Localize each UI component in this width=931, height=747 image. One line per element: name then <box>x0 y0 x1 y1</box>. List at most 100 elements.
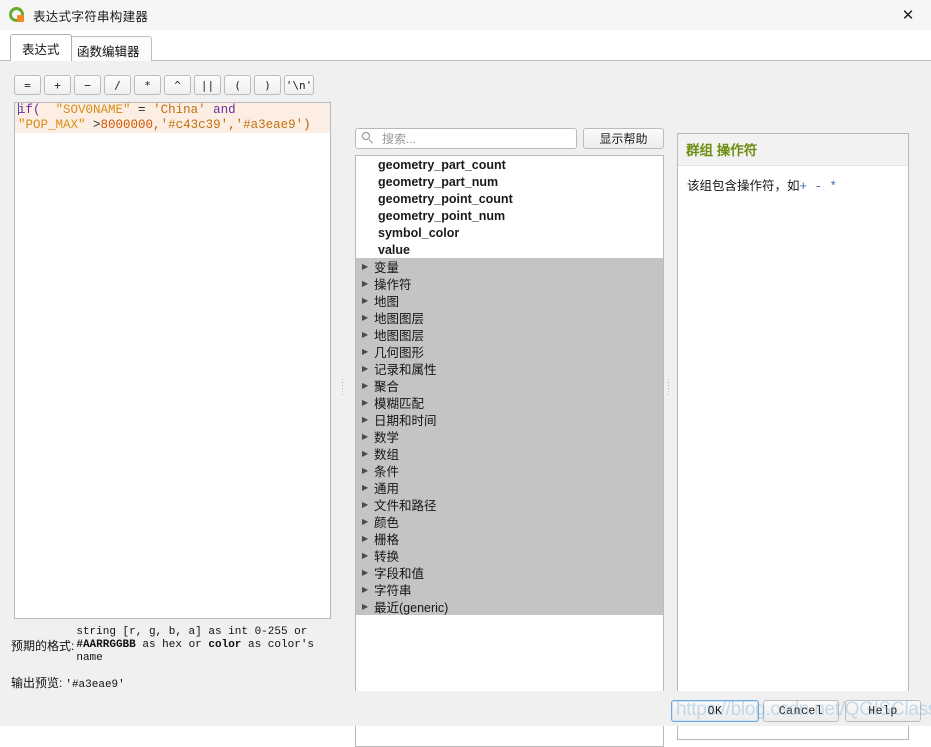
expr-token-function: if( <box>18 103 41 117</box>
tree-group-map-layer-2[interactable]: ▶ 地图图层 <box>356 326 663 343</box>
operator-close-paren-button[interactable]: ) <box>254 75 281 95</box>
tree-group-recent-generic[interactable]: ▶ 最近(generic) <box>356 598 663 615</box>
show-help-button[interactable]: 显示帮助 <box>583 128 664 149</box>
operator-power-button[interactable]: ^ <box>164 75 191 95</box>
function-tree[interactable]: geometry_part_count geometry_part_num ge… <box>355 155 664 747</box>
search-icon <box>362 132 375 145</box>
tree-group-files-paths[interactable]: ▶ 文件和路径 <box>356 496 663 513</box>
chevron-right-icon: ▶ <box>362 550 369 560</box>
search-input[interactable] <box>380 130 574 147</box>
tab-function-editor[interactable]: 函数编辑器 <box>65 36 152 61</box>
chevron-right-icon: ▶ <box>362 533 369 543</box>
tree-group-record-attributes[interactable]: ▶ 记录和属性 <box>356 360 663 377</box>
chevron-right-icon: ▶ <box>362 261 369 271</box>
expr-token-color-true: '#c43c39' <box>160 118 229 132</box>
operator-minus-button[interactable]: − <box>74 75 101 95</box>
help-button[interactable]: Help <box>845 700 921 722</box>
operator-open-paren-button[interactable]: ( <box>224 75 251 95</box>
chevron-right-icon: ▶ <box>362 346 369 356</box>
qgis-logo-icon <box>9 6 26 24</box>
expr-token-close-paren: ) <box>303 118 311 132</box>
help-body-symbols: + - * <box>799 180 838 194</box>
function-item[interactable]: geometry_point_count <box>356 190 663 207</box>
expr-token-keyword-and: and <box>205 103 236 117</box>
chevron-right-icon: ▶ <box>362 397 369 407</box>
expr-token-comma-1: , <box>153 118 161 132</box>
function-item[interactable]: geometry_part_num <box>356 173 663 190</box>
operator-button-row: = + − / * ^ || ( ) '\n' <box>14 75 314 95</box>
format-hex-token: #AARRGGBB <box>76 639 136 651</box>
ok-button[interactable]: OK <box>671 700 759 722</box>
tree-group-math[interactable]: ▶ 数学 <box>356 428 663 445</box>
chevron-right-icon: ▶ <box>362 448 369 458</box>
format-text-b: as color's <box>241 639 315 651</box>
expr-token-color-false: '#a3eae9' <box>235 118 304 132</box>
chevron-right-icon: ▶ <box>362 278 369 288</box>
window-titlebar: 表达式字符串构建器 ✕ <box>0 0 931 31</box>
tab-strip: 表达式 函数编辑器 <box>0 30 931 61</box>
close-icon[interactable]: ✕ <box>885 0 931 29</box>
expression-line-1: if( "SOV0NAME" = 'China' and <box>15 103 330 118</box>
operator-divide-button[interactable]: / <box>104 75 131 95</box>
tree-group-geometry[interactable]: ▶ 几何图形 <box>356 343 663 360</box>
function-item[interactable]: geometry_point_num <box>356 207 663 224</box>
function-search-box[interactable] <box>355 128 577 149</box>
expr-token-number: 8000000 <box>100 118 154 132</box>
format-color-token: color <box>208 639 242 651</box>
tree-group-map[interactable]: ▶ 地图 <box>356 292 663 309</box>
tree-group-general[interactable]: ▶ 通用 <box>356 479 663 496</box>
chevron-right-icon: ▶ <box>362 312 369 322</box>
tree-group-map-layer-1[interactable]: ▶ 地图图层 <box>356 309 663 326</box>
function-item[interactable]: geometry_part_count <box>356 156 663 173</box>
tree-group-operators[interactable]: ▶ 操作符 <box>356 275 663 292</box>
tree-group-fields-values[interactable]: ▶ 字段和值 <box>356 564 663 581</box>
tree-group-color[interactable]: ▶ 颜色 <box>356 513 663 530</box>
chevron-right-icon: ▶ <box>362 482 369 492</box>
splitter-handle-right[interactable] <box>664 102 672 672</box>
expr-token-space <box>41 103 56 117</box>
chevron-right-icon: ▶ <box>362 414 369 424</box>
help-panel-body: 该组包含操作符，如+ - * <box>678 166 908 208</box>
tree-group-arrays[interactable]: ▶ 数组 <box>356 445 663 462</box>
tree-group-label: 最近(generic) <box>374 601 449 615</box>
function-item[interactable]: value <box>356 241 663 258</box>
chevron-right-icon: ▶ <box>362 295 369 305</box>
format-text-line-1: string [r, g, b, a] as int 0-255 or <box>76 626 308 638</box>
output-preview-label: 输出预览: <box>11 676 63 690</box>
expr-token-comma-2: , <box>228 118 236 132</box>
output-preview-value: '#a3eae9' <box>65 679 125 691</box>
tab-expression[interactable]: 表达式 <box>10 34 72 61</box>
tree-group-rasters[interactable]: ▶ 栅格 <box>356 530 663 547</box>
chevron-right-icon: ▶ <box>362 499 369 509</box>
help-panel-heading: 群组 操作符 <box>678 134 908 166</box>
chevron-right-icon: ▶ <box>362 516 369 526</box>
tree-group-aggregates[interactable]: ▶ 聚合 <box>356 377 663 394</box>
operator-equals-button[interactable]: = <box>14 75 41 95</box>
tree-group-conditionals[interactable]: ▶ 条件 <box>356 462 663 479</box>
tree-group-variables[interactable]: ▶ 变量 <box>356 258 663 275</box>
chevron-right-icon: ▶ <box>362 465 369 475</box>
expr-token-field-popmax: "POP_MAX" <box>18 118 86 132</box>
tree-group-date-time[interactable]: ▶ 日期和时间 <box>356 411 663 428</box>
chevron-right-icon: ▶ <box>362 380 369 390</box>
chevron-right-icon: ▶ <box>362 329 369 339</box>
format-text-line-3: name <box>76 652 103 664</box>
splitter-handle-left[interactable] <box>338 102 346 672</box>
dialog-body: = + − / * ^ || ( ) '\n' if( "SOV0NAME" =… <box>0 61 931 747</box>
operator-plus-button[interactable]: + <box>44 75 71 95</box>
function-list-section: geometry_part_count geometry_part_num ge… <box>356 156 663 258</box>
tree-group-conversions[interactable]: ▶ 转换 <box>356 547 663 564</box>
operator-multiply-button[interactable]: * <box>134 75 161 95</box>
operator-concat-button[interactable]: || <box>194 75 221 95</box>
function-item[interactable]: symbol_color <box>356 224 663 241</box>
chevron-right-icon: ▶ <box>362 584 369 594</box>
operator-newline-button[interactable]: '\n' <box>284 75 314 95</box>
tree-group-string[interactable]: ▶ 字符串 <box>356 581 663 598</box>
format-text-line-2: #AARRGGBB as hex or color as color's <box>76 639 314 652</box>
expr-token-string-china: 'China' <box>153 103 206 117</box>
expected-format-value: string [r, g, b, a] as int 0-255 or #AAR… <box>74 626 314 665</box>
cancel-button[interactable]: Cancel <box>763 700 839 722</box>
tree-group-fuzzy-matching[interactable]: ▶ 模糊匹配 <box>356 394 663 411</box>
chevron-right-icon: ▶ <box>362 601 369 611</box>
expression-editor[interactable]: if( "SOV0NAME" = 'China' and "POP_MAX" >… <box>14 102 331 619</box>
